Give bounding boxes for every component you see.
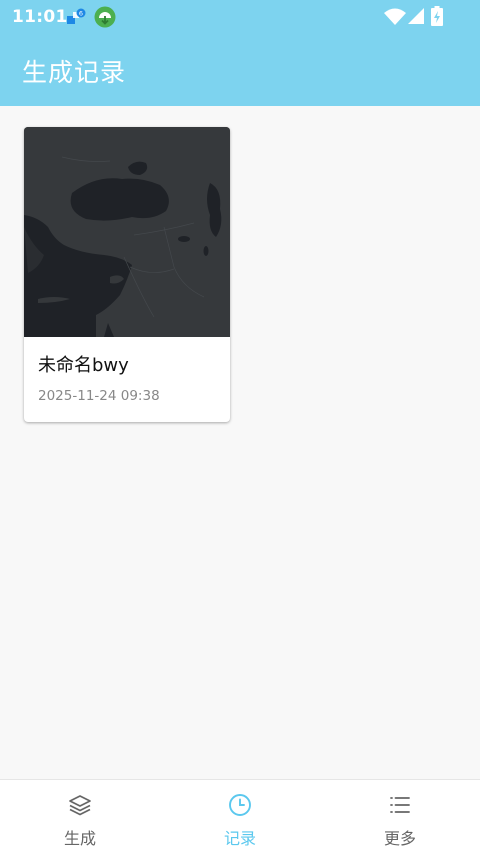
layers-icon: [69, 795, 91, 816]
nav-label-generate: 生成: [63, 829, 96, 848]
cell-signal-icon: [408, 8, 424, 24]
list-menu-icon: [390, 797, 410, 813]
header: 11:01 6 生成记录: [0, 0, 480, 106]
svg-text:6: 6: [79, 10, 83, 18]
status-bar: 11:01 6: [0, 0, 480, 34]
bottom-nav: 生成 记录 更多: [0, 779, 480, 854]
status-time: 11:01: [12, 7, 68, 27]
record-title: 未命名bwy: [38, 355, 129, 376]
battery-charging-icon: [431, 6, 443, 26]
nav-label-more: 更多: [383, 829, 416, 848]
nav-item-records[interactable]: 记录: [160, 780, 320, 854]
nav-item-generate[interactable]: 生成: [0, 780, 160, 854]
clock-icon: [229, 794, 251, 816]
record-card[interactable]: 未命名bwy 2025-11-24 09:38: [24, 127, 230, 422]
page-title: 生成记录: [22, 58, 127, 87]
nav-item-more[interactable]: 更多: [320, 780, 480, 854]
map-thumbnail: [24, 127, 230, 337]
nav-label-records: 记录: [223, 829, 256, 848]
record-timestamp: 2025-11-24 09:38: [38, 388, 160, 404]
download-app-icon: [94, 6, 116, 28]
wifi-icon: [384, 8, 406, 25]
notification-badge-icon: 6: [67, 8, 86, 24]
